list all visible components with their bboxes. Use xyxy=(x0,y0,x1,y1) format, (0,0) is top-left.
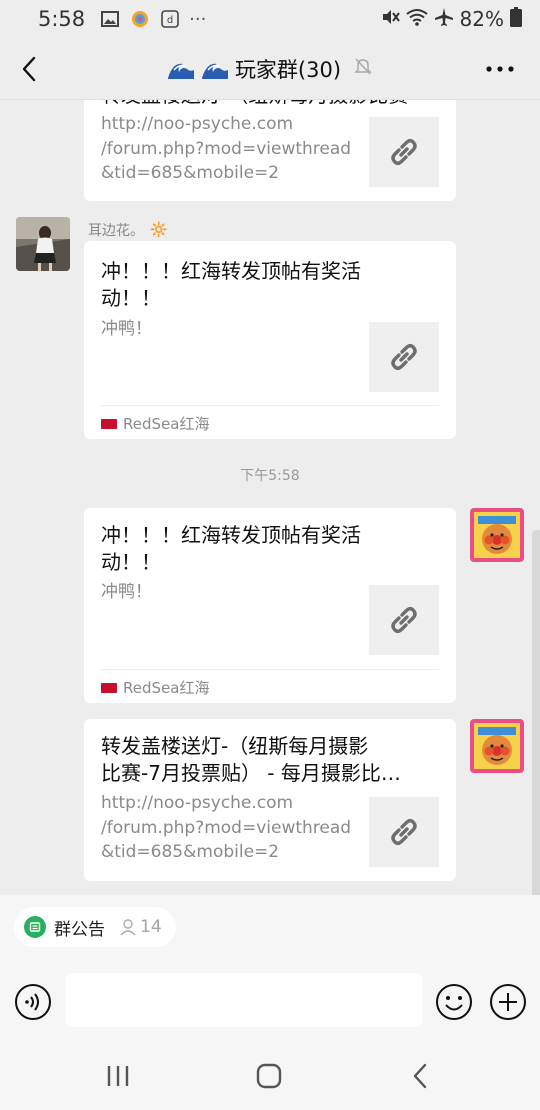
more-dots-icon xyxy=(486,66,514,72)
status-more-icon: ··· xyxy=(189,8,207,30)
link-icon xyxy=(391,344,417,370)
link-card-title: 转发盖楼送灯-（纽斯每月摄影比赛 xyxy=(101,100,431,109)
wave-emoji-icon xyxy=(201,58,229,80)
message-list[interactable]: 转发盖楼送灯-（纽斯每月摄影比赛 http://noo-psyche.com /… xyxy=(0,100,540,895)
link-url-line: /forum.php?mod=viewthread xyxy=(101,817,352,838)
system-back-button[interactable] xyxy=(400,1059,440,1093)
link-card-desc: http://noo-psyche.com /forum.php?mod=vie… xyxy=(101,112,361,186)
smiley-icon xyxy=(436,984,472,1020)
group-notice-bar: 群公告 14 xyxy=(0,895,540,957)
link-icon xyxy=(391,139,417,165)
status-right: 82% xyxy=(380,6,522,32)
svg-text:d: d xyxy=(167,15,173,26)
group-title: 玩家群(30) xyxy=(167,54,373,84)
sender-name: 耳边花。 🔆 xyxy=(88,220,167,240)
wifi-icon xyxy=(405,7,428,31)
chat-header: 玩家群(30) xyxy=(0,38,540,100)
group-name: 玩家群(30) xyxy=(234,57,342,82)
my-avatar[interactable] xyxy=(470,508,524,562)
battery-percent: 82% xyxy=(459,7,504,31)
link-card-desc: 冲鸭！ xyxy=(101,319,152,339)
my-avatar[interactable] xyxy=(470,719,524,773)
notice-label: 群公告 xyxy=(54,919,105,940)
notice-read-count: 14 xyxy=(119,917,162,937)
battery-icon xyxy=(510,6,522,32)
recent-apps-icon xyxy=(107,1066,129,1086)
link-url-line: http://noo-psyche.com xyxy=(101,793,294,813)
home-icon xyxy=(256,1063,282,1089)
voice-input-button[interactable] xyxy=(14,983,52,1021)
back-button[interactable] xyxy=(14,52,44,86)
sun-emoji-icon: 🔆 xyxy=(150,222,168,238)
link-title-line: 冲！！！红海转发顶帖有奖活 xyxy=(101,259,361,283)
link-source-name: RedSea红海 xyxy=(123,415,210,433)
link-url-line: &tid=685&mobile=2 xyxy=(101,842,280,862)
redsea-logo-icon xyxy=(101,682,117,693)
sender-name-text: 耳边花。 xyxy=(88,223,144,239)
link-message-card[interactable]: 转发盖楼送灯-（纽斯每月摄影 比赛-7月投票贴） - 每月摄影比… http:/… xyxy=(84,719,456,881)
link-icon xyxy=(391,819,417,845)
link-card-desc: 冲鸭！ xyxy=(101,582,152,602)
notice-count-value: 14 xyxy=(140,917,162,937)
back-chevron-icon xyxy=(413,1063,427,1089)
link-message-card[interactable]: 转发盖楼送灯-（纽斯每月摄影比赛 http://noo-psyche.com /… xyxy=(84,100,456,201)
link-url-line: &tid=685&mobile=2 xyxy=(101,163,280,183)
link-icon xyxy=(391,607,417,633)
link-message-card[interactable]: 冲！！！红海转发顶帖有奖活 动！！ 冲鸭！ RedSea红海 xyxy=(84,241,456,439)
airplane-mode-icon xyxy=(434,7,454,32)
link-source: RedSea红海 xyxy=(101,413,209,434)
link-source-name: RedSea红海 xyxy=(123,679,210,697)
link-title-line: 动！！ xyxy=(101,550,161,574)
link-thumbnail xyxy=(369,797,439,867)
message-timestamp: 下午5:58 xyxy=(240,468,300,484)
more-actions-button[interactable] xyxy=(489,983,527,1021)
link-title-line: 冲！！！红海转发顶帖有奖活 xyxy=(101,523,361,547)
link-thumbnail xyxy=(369,117,439,187)
emoji-button[interactable] xyxy=(435,983,473,1021)
voice-icon xyxy=(15,984,51,1020)
sender-avatar[interactable] xyxy=(16,217,70,271)
link-url-line: /forum.php?mod=viewthread xyxy=(101,138,352,159)
gallery-notification-icon xyxy=(99,8,121,30)
link-thumbnail xyxy=(369,585,439,655)
card-divider xyxy=(101,405,439,406)
app-notification-icon xyxy=(129,8,151,30)
message-input-bar xyxy=(0,957,540,1045)
link-url-line: http://noo-psyche.com xyxy=(101,114,294,134)
link-message-card[interactable]: 冲！！！红海转发顶帖有奖活 动！！ 冲鸭！ RedSea红海 xyxy=(84,508,456,703)
group-notice-button[interactable]: 群公告 14 xyxy=(14,907,176,947)
system-nav-bar xyxy=(0,1045,540,1110)
mute-bell-icon xyxy=(353,56,373,81)
link-title-line: 动！！ xyxy=(101,286,161,310)
link-title-line: 比赛-7月投票贴） - 每月摄影比… xyxy=(101,761,401,785)
status-bar: 5:58 d ··· 82% xyxy=(0,0,540,38)
link-title-line: 转发盖楼送灯-（纽斯每月摄影 xyxy=(101,734,369,758)
message-scrollbar[interactable] xyxy=(532,530,540,895)
more-options-button[interactable] xyxy=(480,54,520,84)
wave-emoji-icon xyxy=(167,58,195,80)
message-input[interactable] xyxy=(66,973,422,1027)
link-card-title: 转发盖楼送灯-（纽斯每月摄影 比赛-7月投票贴） - 每月摄影比… xyxy=(101,733,401,787)
back-arrow-icon xyxy=(22,56,36,82)
card-divider xyxy=(101,669,439,670)
link-thumbnail xyxy=(369,322,439,392)
mute-icon xyxy=(380,7,400,32)
link-card-desc: http://noo-psyche.com /forum.php?mod=vie… xyxy=(101,791,361,865)
link-card-title: 冲！！！红海转发顶帖有奖活 动！！ xyxy=(101,522,361,576)
status-time: 5:58 xyxy=(38,7,86,31)
recent-apps-button[interactable] xyxy=(98,1059,138,1093)
person-icon xyxy=(120,919,136,936)
notice-icon xyxy=(24,916,46,938)
redsea-logo-icon xyxy=(101,418,117,429)
link-source: RedSea红海 xyxy=(101,677,209,698)
home-button[interactable] xyxy=(249,1059,289,1093)
tiktok-notification-icon: d xyxy=(159,8,181,30)
plus-icon xyxy=(490,984,526,1020)
link-card-title: 冲！！！红海转发顶帖有奖活 动！！ xyxy=(101,258,361,312)
